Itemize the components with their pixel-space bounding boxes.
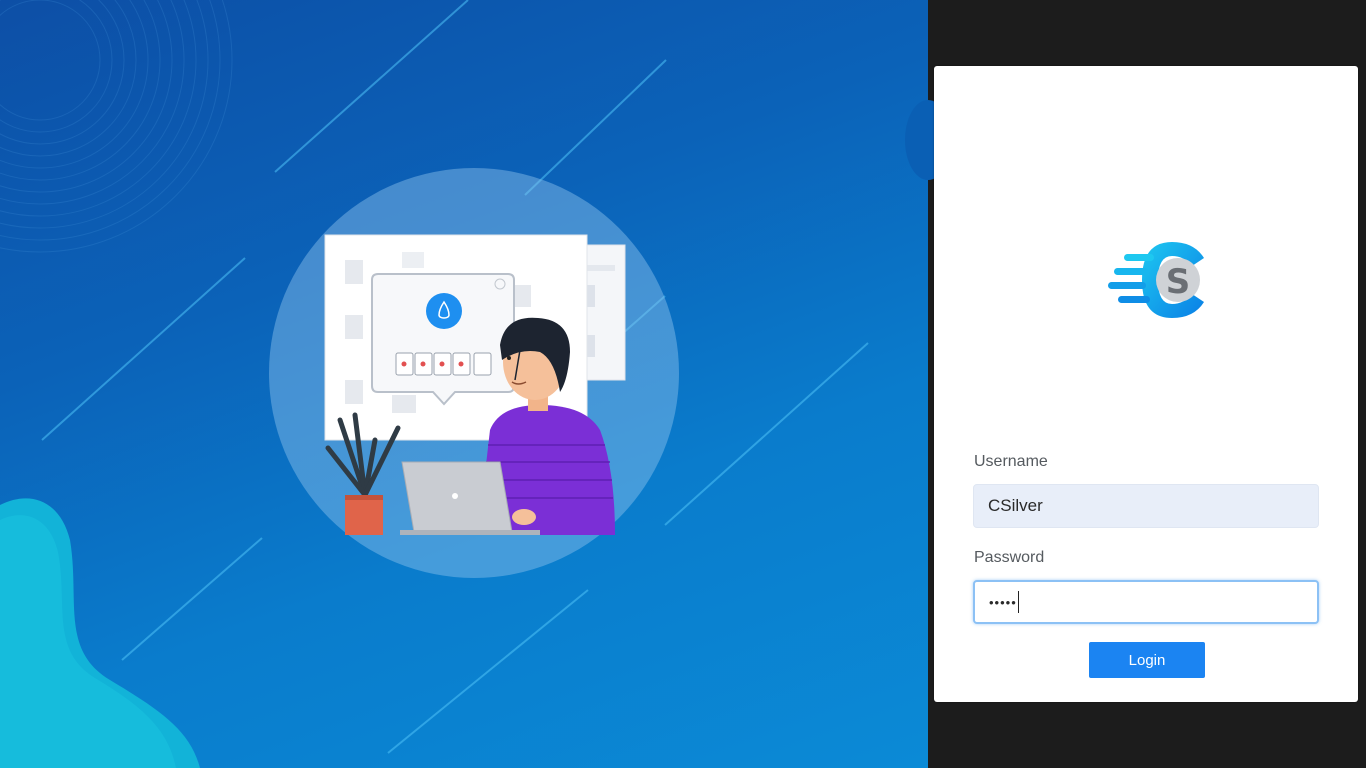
username-label: Username — [974, 453, 1048, 470]
login-card: S Username CSilver Password ••••• Login — [934, 66, 1358, 702]
password-label: Password — [974, 549, 1045, 566]
username-input[interactable]: CSilver — [973, 484, 1319, 528]
password-value: ••••• — [989, 594, 1017, 610]
hero-background — [0, 0, 928, 768]
ring-pattern — [0, 0, 233, 253]
login-page: S Username CSilver Password ••••• Login — [0, 0, 1366, 768]
hero-illustration — [0, 0, 869, 768]
s-logo-icon: S — [1108, 242, 1204, 318]
logo-letter: S — [1166, 262, 1191, 302]
text-caret — [1017, 591, 1019, 613]
lock-badge-icon — [426, 293, 462, 329]
password-input[interactable]: ••••• — [973, 580, 1319, 624]
password-dots — [395, 352, 492, 376]
login-button[interactable]: Login — [1089, 642, 1205, 678]
password-popup — [371, 273, 515, 406]
username-value: CSilver — [988, 496, 1043, 515]
